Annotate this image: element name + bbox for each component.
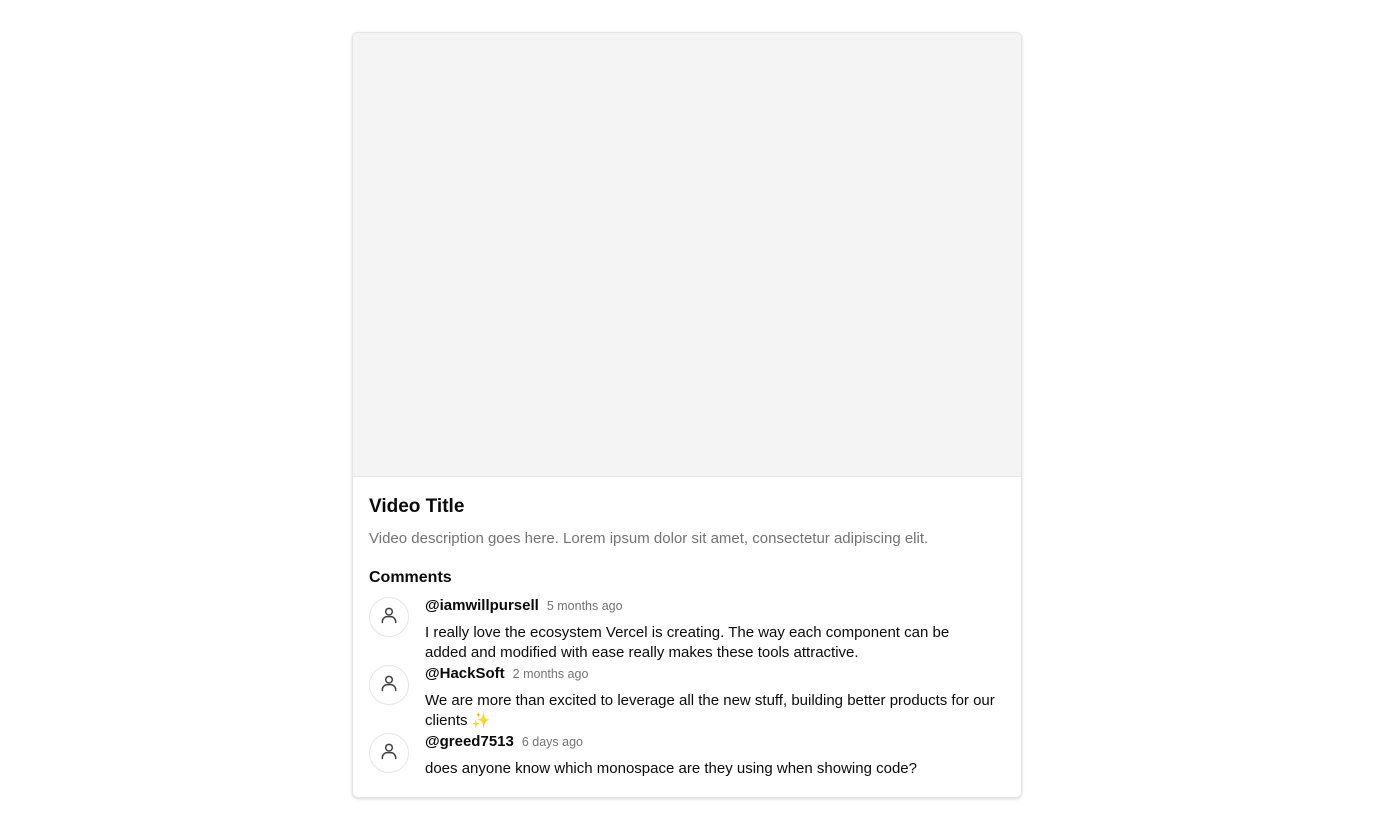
video-title: Video Title bbox=[369, 496, 465, 517]
comments-heading: Comments bbox=[369, 569, 452, 586]
user-icon bbox=[379, 605, 399, 630]
comment-list: @iamwillpursell 5 months ago I really lo… bbox=[369, 595, 1005, 779]
avatar[interactable] bbox=[369, 733, 409, 773]
comment-timestamp: 6 days ago bbox=[521, 735, 584, 749]
user-icon bbox=[379, 673, 399, 698]
comment-username[interactable]: @greed7513 bbox=[425, 733, 514, 750]
avatar[interactable] bbox=[369, 665, 409, 705]
comment-item: @greed7513 6 days ago does anyone know w… bbox=[369, 731, 1005, 779]
video-details: Video Title Video description goes here.… bbox=[353, 495, 1021, 779]
comment-text: We are more than excited to leverage all… bbox=[425, 692, 995, 729]
video-description: Video description goes here. Lorem ipsum… bbox=[369, 530, 929, 547]
video-player[interactable] bbox=[353, 33, 1021, 477]
user-icon bbox=[379, 741, 399, 766]
video-card: Video Title Video description goes here.… bbox=[352, 32, 1022, 798]
comment-item: @HackSoft 2 months ago We are more than … bbox=[369, 663, 1005, 731]
comment-text: does anyone know which monospace are the… bbox=[425, 760, 917, 777]
avatar[interactable] bbox=[369, 597, 409, 637]
comment-item: @iamwillpursell 5 months ago I really lo… bbox=[369, 595, 1005, 663]
comment-timestamp: 5 months ago bbox=[546, 599, 623, 613]
comment-timestamp: 2 months ago bbox=[512, 667, 589, 681]
comment-username[interactable]: @HackSoft bbox=[425, 665, 505, 682]
comment-username[interactable]: @iamwillpursell bbox=[425, 597, 539, 614]
comment-text: I really love the ecosystem Vercel is cr… bbox=[425, 624, 950, 661]
